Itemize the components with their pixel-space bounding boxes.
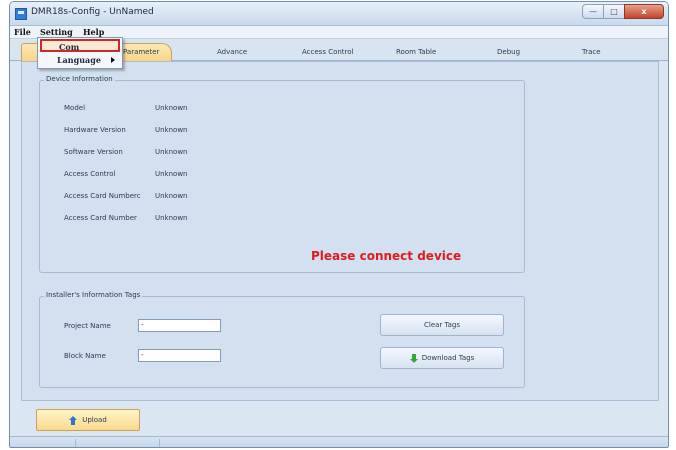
tab-trace[interactable]: Trace [582, 48, 601, 56]
tab-advance[interactable]: Advance [217, 48, 247, 56]
title-bar: DMR18s-Config - UnNamed — □ x [10, 2, 668, 26]
info-value: Unknown [155, 104, 188, 112]
info-value: Unknown [155, 192, 188, 200]
upload-button[interactable]: Upload [36, 409, 140, 431]
clear-tags-label: Clear Tags [423, 321, 461, 329]
tab-access-control[interactable]: Access Control [302, 48, 354, 56]
device-info-group: Device Information Model Unknown Hardwar… [39, 75, 525, 273]
info-label: Software Version [64, 148, 123, 156]
menu-item-com[interactable]: Com [40, 39, 120, 52]
project-name-label: Project Name [64, 322, 111, 330]
info-label: Access Control [64, 170, 116, 178]
info-label: Access Card Numberc [64, 192, 141, 200]
info-value: Unknown [155, 148, 188, 156]
installer-tags-group: Installer's Information Tags Project Nam… [39, 291, 525, 388]
menu-item-com-label: Com [59, 42, 80, 52]
minimize-button[interactable]: — [582, 4, 604, 19]
status-segment [76, 439, 160, 447]
tab-room-table[interactable]: Room Table [396, 48, 436, 56]
menu-file[interactable]: File [14, 27, 31, 37]
info-label: Hardware Version [64, 126, 126, 134]
parameter-panel: Device Information Model Unknown Hardwar… [21, 61, 659, 401]
status-bar [10, 436, 668, 447]
block-name-input[interactable]: - [138, 349, 221, 362]
info-label: Model [64, 104, 86, 112]
close-button[interactable]: x [624, 4, 664, 19]
installer-tags-legend: Installer's Information Tags [44, 291, 143, 299]
app-icon [15, 8, 27, 20]
download-tags-button[interactable]: Download Tags [380, 347, 504, 369]
info-value: Unknown [155, 214, 188, 222]
menu-item-language[interactable]: Language [40, 54, 120, 67]
menu-setting[interactable]: Setting [40, 27, 73, 37]
download-arrow-icon [409, 353, 418, 363]
info-value: Unknown [155, 126, 188, 134]
device-info-legend: Device Information [44, 75, 115, 83]
download-tags-label: Download Tags [421, 354, 475, 362]
menu-item-language-label: Language [57, 55, 101, 65]
menu-help[interactable]: Help [83, 27, 104, 37]
window-title: DMR18s-Config - UnNamed [31, 7, 154, 17]
connect-device-message: Please connect device [311, 249, 462, 263]
info-value: Unknown [155, 170, 188, 178]
status-segment [10, 439, 76, 447]
tab-debug[interactable]: Debug [497, 48, 520, 56]
upload-arrow-icon [69, 415, 78, 425]
submenu-arrow-icon [111, 57, 115, 63]
info-label: Access Card Number [64, 214, 137, 222]
project-name-input[interactable]: - [138, 319, 221, 332]
block-name-label: Block Name [64, 352, 106, 360]
maximize-button[interactable]: □ [603, 4, 625, 19]
window-controls: — □ x [582, 4, 664, 19]
setting-dropdown-menu: Com Language [37, 37, 123, 69]
clear-tags-button[interactable]: Clear Tags [380, 314, 504, 336]
upload-label: Upload [82, 416, 107, 424]
